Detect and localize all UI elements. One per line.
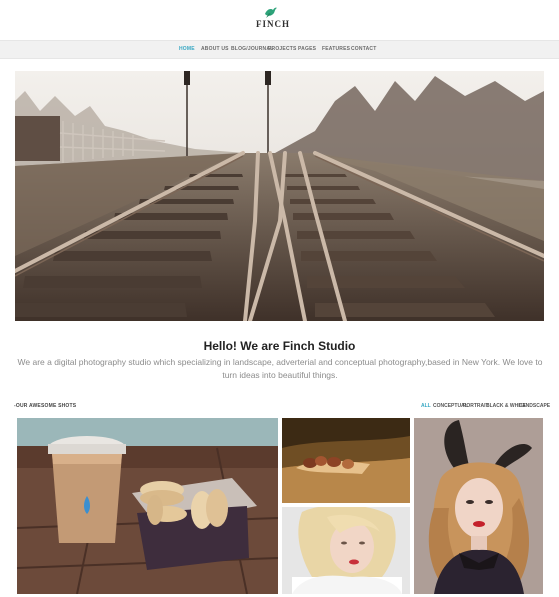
blonde-portrait-photo [282, 507, 410, 594]
shot-eggs[interactable] [282, 418, 410, 503]
bunny-portrait-photo [414, 418, 543, 594]
brand-name: FINCH [256, 19, 290, 29]
nav-item-home[interactable]: HOME [179, 46, 195, 52]
main-nav: HOME ABOUT US BLOG/JOURNAL PROJECTS PAGE… [0, 40, 559, 59]
nav-item-contact[interactable]: CONTACT [351, 46, 376, 52]
shots-title: -OUR AWESOME SHOTS [14, 403, 77, 409]
nav-item-pages[interactable]: PAGES [298, 46, 316, 52]
hero-image [15, 71, 544, 321]
shot-bunny-portrait[interactable] [414, 418, 543, 594]
coffee-photo [17, 418, 278, 594]
railway-photo [15, 71, 544, 321]
nav-item-about[interactable]: ABOUT US [201, 46, 229, 52]
shot-blonde-portrait[interactable] [282, 507, 410, 594]
eggs-photo [282, 418, 410, 503]
header: FINCH [0, 0, 559, 40]
nav-item-features[interactable]: FEATURES [322, 46, 350, 52]
intro-headline: Hello! We are Finch Studio [203, 339, 356, 353]
logo[interactable]: FINCH [256, 7, 290, 33]
filter-landscape[interactable]: LANDSCAPE [519, 403, 550, 409]
filter-all[interactable]: ALL [421, 403, 431, 409]
shot-coffee[interactable] [17, 418, 278, 594]
intro-text: We are a digital photography studio whic… [17, 357, 543, 380]
nav-item-projects[interactable]: PROJECTS [268, 46, 297, 52]
filter-portrait[interactable]: PORTRAIT [463, 403, 489, 409]
bird-logo-icon [265, 7, 277, 18]
